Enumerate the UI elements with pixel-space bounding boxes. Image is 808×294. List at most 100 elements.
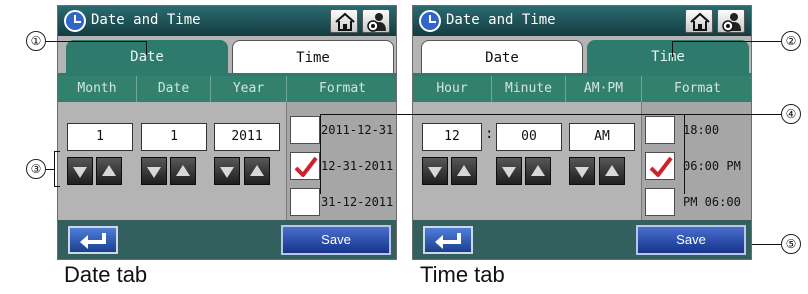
triangle-up-icon bbox=[531, 165, 545, 176]
header-month: Month bbox=[77, 81, 117, 96]
callout-2: ② bbox=[781, 31, 801, 51]
tab-time[interactable]: Time bbox=[587, 40, 749, 74]
callout-3-leader bbox=[46, 169, 54, 170]
hour-value[interactable]: 12 bbox=[422, 123, 482, 151]
header-format: Format bbox=[641, 76, 751, 102]
home-icon bbox=[690, 12, 710, 31]
date-down-button[interactable] bbox=[141, 157, 167, 185]
callout-3-bracket bbox=[54, 186, 60, 187]
callout-5-leader bbox=[752, 244, 781, 245]
tab-date[interactable]: Date bbox=[421, 40, 583, 74]
back-button[interactable] bbox=[68, 226, 118, 254]
save-button[interactable]: Save bbox=[636, 225, 746, 255]
window-title: Date and Time bbox=[446, 12, 556, 28]
tab-date[interactable]: Date bbox=[66, 40, 228, 74]
triangle-down-icon bbox=[220, 167, 234, 178]
date-tab-screen: Date and Time Date Time Month Date Year … bbox=[57, 5, 397, 260]
am-pm-value[interactable]: AM bbox=[569, 123, 635, 151]
callout-1-leader bbox=[46, 41, 146, 42]
callout-1: ① bbox=[26, 31, 46, 51]
triangle-up-icon bbox=[176, 165, 190, 176]
format-checkbox-2[interactable] bbox=[645, 152, 675, 180]
hour-up-button[interactable] bbox=[451, 157, 477, 185]
back-button[interactable] bbox=[423, 226, 473, 254]
year-value[interactable]: 2011 bbox=[214, 123, 280, 151]
caption-date-tab: Date tab bbox=[64, 262, 148, 287]
year-up-button[interactable] bbox=[244, 157, 270, 185]
user-settings-icon bbox=[367, 13, 386, 32]
save-button[interactable]: Save bbox=[281, 225, 391, 255]
callout-3: ③ bbox=[26, 159, 46, 179]
home-button[interactable] bbox=[330, 9, 358, 33]
am-pm-up-button[interactable] bbox=[599, 157, 625, 185]
format-label-1: 2011-12-31 bbox=[321, 123, 394, 137]
format-checkbox-1[interactable] bbox=[290, 116, 320, 144]
title-bar: Date and Time bbox=[58, 6, 396, 36]
year-down-button[interactable] bbox=[214, 157, 240, 185]
format-checkbox-1[interactable] bbox=[645, 116, 675, 144]
user-settings-button[interactable] bbox=[362, 9, 390, 33]
header-year: Year bbox=[210, 76, 286, 102]
triangle-up-icon bbox=[102, 165, 116, 176]
column-headers: Hour Minute AM·PM Format bbox=[413, 76, 751, 102]
month-down-button[interactable] bbox=[67, 157, 93, 185]
date-value[interactable]: 1 bbox=[141, 123, 207, 151]
triangle-down-icon bbox=[428, 167, 442, 178]
callout-2-leader bbox=[672, 41, 781, 42]
triangle-down-icon bbox=[575, 167, 589, 178]
format-label-2: 12-31-2011 bbox=[321, 159, 394, 173]
header-minute: Minute bbox=[491, 76, 565, 102]
user-settings-icon bbox=[722, 13, 741, 32]
triangle-up-icon bbox=[250, 165, 264, 176]
triangle-down-icon bbox=[147, 167, 161, 178]
month-up-button[interactable] bbox=[96, 157, 122, 185]
clock-icon bbox=[419, 10, 441, 32]
footer-bar: Save bbox=[413, 220, 751, 259]
callout-4-leader bbox=[684, 114, 685, 194]
caption-time-tab: Time tab bbox=[420, 262, 505, 287]
home-icon bbox=[335, 12, 355, 31]
time-separator: : bbox=[485, 126, 494, 142]
time-tab-screen: Date and Time Date Time Hour Minute AM·P… bbox=[412, 5, 752, 260]
minute-down-button[interactable] bbox=[496, 157, 522, 185]
callout-3-bracket bbox=[54, 151, 55, 187]
triangle-down-icon bbox=[502, 167, 516, 178]
callout-4-leader bbox=[320, 114, 321, 194]
footer-bar: Save bbox=[58, 220, 396, 259]
callout-4: ④ bbox=[781, 104, 801, 124]
header-hour: Hour bbox=[436, 81, 468, 96]
triangle-up-icon bbox=[605, 165, 619, 176]
format-label-1: 18:00 bbox=[683, 123, 720, 137]
header-date: Date bbox=[136, 76, 210, 102]
date-up-button[interactable] bbox=[170, 157, 196, 185]
triangle-up-icon bbox=[457, 165, 471, 176]
check-mark-icon bbox=[294, 156, 318, 177]
format-label-2: 06:00 PM bbox=[683, 159, 741, 173]
callout-3-bracket bbox=[54, 151, 60, 152]
format-label-3: 31-12-2011 bbox=[321, 195, 394, 209]
column-headers: Month Date Year Format bbox=[58, 76, 396, 102]
am-pm-down-button[interactable] bbox=[569, 157, 595, 185]
window-title: Date and Time bbox=[91, 12, 201, 28]
minute-value[interactable]: 00 bbox=[496, 123, 562, 151]
callout-1-leader bbox=[146, 41, 147, 55]
hour-down-button[interactable] bbox=[422, 157, 448, 185]
user-settings-button[interactable] bbox=[717, 9, 745, 33]
title-bar: Date and Time bbox=[413, 6, 751, 36]
return-arrow-icon bbox=[435, 233, 461, 249]
callout-2-leader bbox=[672, 41, 673, 57]
clock-icon bbox=[64, 10, 86, 32]
minute-up-button[interactable] bbox=[525, 157, 551, 185]
triangle-down-icon bbox=[73, 167, 87, 178]
format-label-3: PM 06:00 bbox=[683, 195, 741, 209]
callout-5: ⑤ bbox=[781, 234, 801, 254]
month-value[interactable]: 1 bbox=[67, 123, 133, 151]
callout-4-leader bbox=[320, 114, 781, 115]
format-checkbox-3[interactable] bbox=[645, 188, 675, 216]
home-button[interactable] bbox=[685, 9, 713, 33]
check-mark-icon bbox=[649, 156, 673, 177]
header-format: Format bbox=[286, 76, 396, 102]
format-checkbox-3[interactable] bbox=[290, 188, 320, 216]
format-checkbox-2[interactable] bbox=[290, 152, 320, 180]
tab-time[interactable]: Time bbox=[232, 40, 394, 74]
